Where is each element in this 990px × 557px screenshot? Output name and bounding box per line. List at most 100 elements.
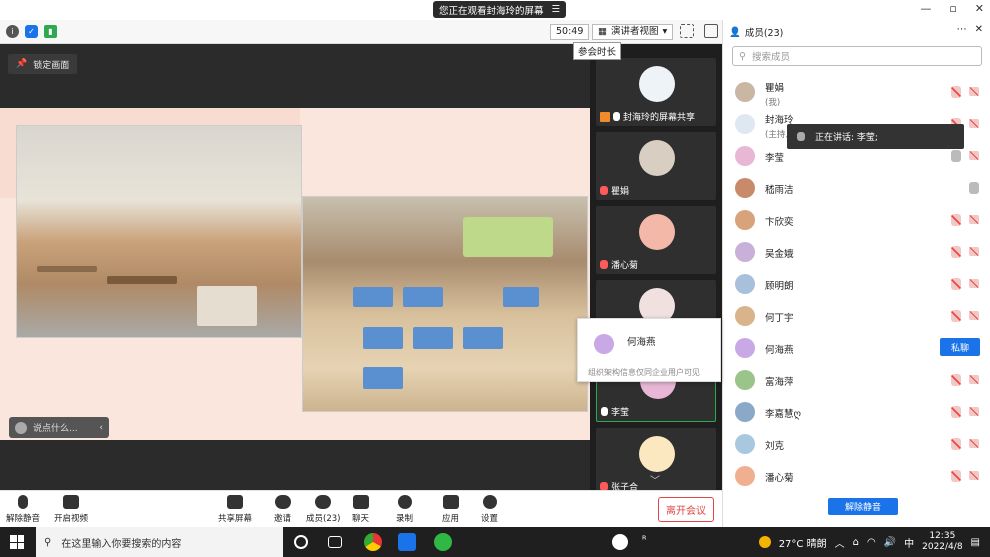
- settings-button[interactable]: 设置: [481, 495, 498, 524]
- camera-off-icon[interactable]: [969, 471, 979, 480]
- camera-off-icon[interactable]: [969, 279, 979, 288]
- volume-icon[interactable]: 🔊: [884, 537, 896, 548]
- search-icon: ⚲: [44, 536, 52, 548]
- participant-row[interactable]: 顾明朗: [723, 268, 990, 300]
- restore-button[interactable]: ▫: [949, 2, 956, 15]
- unmute-label: 解除静音: [6, 514, 41, 524]
- participant-row[interactable]: 卞欣奕: [723, 204, 990, 236]
- camera-off-icon[interactable]: [969, 375, 979, 384]
- camera-off-icon[interactable]: [969, 439, 979, 448]
- video-thumbnails[interactable]: ︿ 封海玲的屏幕共享 瞿娟 潘心菊 李莹 张子合 ﹀: [590, 44, 722, 496]
- share-screen-button[interactable]: 共享屏幕: [218, 495, 252, 524]
- mic-off-icon[interactable]: [951, 86, 961, 98]
- camera-off-icon[interactable]: [969, 151, 979, 160]
- task-view-icon[interactable]: [328, 536, 342, 548]
- mic-off-icon[interactable]: [951, 374, 961, 386]
- chat-quick-placeholder: 说点什么...: [33, 424, 78, 434]
- invite-button[interactable]: 邀请: [274, 495, 291, 524]
- mic-off-icon[interactable]: [951, 438, 961, 450]
- close-icon[interactable]: ✕: [975, 24, 983, 35]
- help-icon[interactable]: [612, 534, 628, 550]
- camera-off-icon[interactable]: [969, 247, 979, 256]
- view-selector[interactable]: ▦ 演讲者视图 ▾: [592, 24, 674, 40]
- share-banner[interactable]: 您正在观看封海玲的屏幕 ☰: [433, 1, 567, 18]
- chat-quick-input[interactable]: 说点什么... ‹: [9, 417, 109, 438]
- cortana-icon[interactable]: [294, 535, 308, 549]
- person-icon[interactable]: ᴿ: [642, 535, 656, 549]
- avatar: [735, 274, 755, 294]
- camera-off-icon[interactable]: [969, 119, 979, 128]
- menu-icon[interactable]: ☰: [552, 4, 561, 15]
- chevron-left-icon[interactable]: ‹: [99, 423, 103, 433]
- camera-off-icon[interactable]: [969, 215, 979, 224]
- unmute-button[interactable]: 解除静音: [6, 495, 40, 524]
- mic-off-icon[interactable]: [951, 406, 961, 418]
- ime-indicator[interactable]: 中: [904, 535, 914, 550]
- mic-off-icon[interactable]: [951, 246, 961, 258]
- avatar: [735, 178, 755, 198]
- meeting-app-icon[interactable]: [398, 533, 416, 551]
- thumbnail-tile[interactable]: 潘心菊: [596, 206, 716, 274]
- participant-row[interactable]: 嵇雨洁: [723, 172, 990, 204]
- private-chat-button[interactable]: 私聊: [940, 338, 980, 356]
- chat-button[interactable]: 聊天: [352, 495, 369, 524]
- lock-screen-button[interactable]: 📌 锁定画面: [8, 54, 78, 74]
- chevron-down-icon[interactable]: ﹀: [650, 472, 660, 487]
- apps-button[interactable]: 应用: [442, 495, 459, 524]
- add-user-icon: [274, 495, 291, 509]
- chrome-icon[interactable]: [364, 533, 382, 551]
- meeting-timer[interactable]: 50:49: [550, 24, 590, 40]
- network-icon[interactable]: ⌂: [853, 537, 859, 548]
- fullscreen-icon[interactable]: [680, 24, 694, 38]
- more-icon[interactable]: ⋯: [957, 24, 967, 35]
- record-label: 录制: [396, 514, 414, 524]
- participant-row[interactable]: 潘心菊: [723, 460, 990, 492]
- mic-off-icon[interactable]: [951, 470, 961, 482]
- clock-date: 2022/4/8: [922, 542, 963, 552]
- hover-card-name: 何海燕: [627, 337, 656, 348]
- participant-row[interactable]: 吴金娥: [723, 236, 990, 268]
- mic-off-icon[interactable]: [951, 278, 961, 290]
- thumbnail-tile[interactable]: 封海玲的屏幕共享: [596, 58, 716, 126]
- member-search-input[interactable]: ⚲ 搜索成员: [732, 46, 982, 66]
- chevron-up-icon[interactable]: ︿: [835, 535, 845, 550]
- participant-row[interactable]: 何丁宇: [723, 300, 990, 332]
- mic-off-icon: [18, 495, 28, 509]
- mic-icon[interactable]: [969, 182, 979, 194]
- unmute-all-button[interactable]: 解除静音: [828, 498, 898, 515]
- signal-icon[interactable]: ▮: [44, 25, 57, 38]
- mic-icon: [613, 112, 620, 121]
- participant-name: 潘心菊: [765, 473, 794, 484]
- camera-off-icon[interactable]: [969, 407, 979, 416]
- weather-text[interactable]: 27°C 晴朗: [779, 535, 827, 550]
- participant-row[interactable]: 李嘉慧ღ: [723, 396, 990, 428]
- windows-start-icon[interactable]: [10, 535, 24, 549]
- shield-icon[interactable]: ✓: [25, 25, 38, 38]
- participant-row[interactable]: 富海萍: [723, 364, 990, 396]
- thumbnail-tile[interactable]: 瞿娟: [596, 132, 716, 200]
- minimize-button[interactable]: —: [920, 2, 931, 15]
- notification-icon[interactable]: ▤: [971, 537, 980, 548]
- info-icon[interactable]: i: [6, 25, 19, 38]
- participant-row[interactable]: 刘克: [723, 428, 990, 460]
- taskbar-search-input[interactable]: ⚲ 在这里输入你要搜索的内容: [36, 527, 283, 557]
- camera-off-icon[interactable]: [969, 311, 979, 320]
- participant-name: 嵇雨洁: [765, 185, 794, 196]
- mic-icon[interactable]: [951, 150, 961, 162]
- leave-meeting-button[interactable]: 离开会议: [658, 497, 714, 522]
- wifi-icon[interactable]: ◠: [867, 537, 876, 548]
- members-button[interactable]: 成员(23): [306, 495, 340, 524]
- taskbar-clock[interactable]: 12:35 2022/4/8: [922, 531, 962, 553]
- window-controls: — ▫ ✕: [920, 2, 984, 15]
- record-button[interactable]: 录制: [396, 495, 413, 524]
- participant-row[interactable]: 何海燕 私聊: [723, 332, 990, 364]
- emoji-icon[interactable]: [15, 421, 27, 434]
- camera-off-icon[interactable]: [969, 87, 979, 96]
- start-video-button[interactable]: 开启视频: [54, 495, 88, 524]
- wechat-icon[interactable]: [434, 533, 452, 551]
- participant-row[interactable]: 瞿娟 (我): [723, 76, 990, 108]
- mic-off-icon[interactable]: [951, 310, 961, 322]
- mic-off-icon[interactable]: [951, 214, 961, 226]
- close-button[interactable]: ✕: [975, 2, 984, 15]
- layout-icon[interactable]: [704, 24, 718, 38]
